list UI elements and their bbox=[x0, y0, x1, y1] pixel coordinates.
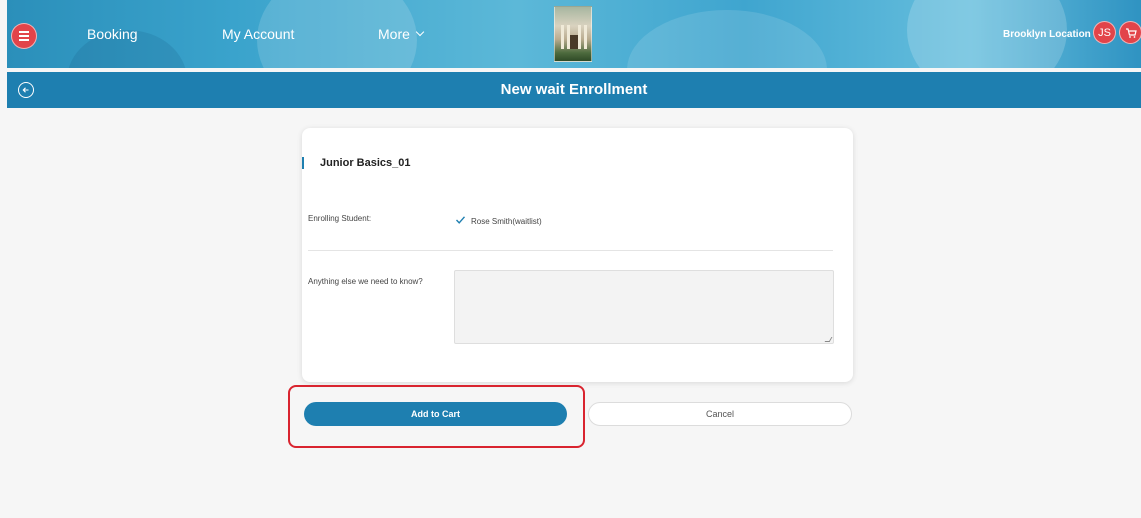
notes-label: Anything else we need to know? bbox=[308, 277, 423, 286]
cancel-button[interactable]: Cancel bbox=[588, 402, 852, 426]
nav-my-account-link[interactable]: My Account bbox=[222, 26, 294, 42]
chevron-down-icon bbox=[415, 27, 425, 37]
top-navigation-bar: Booking My Account More Brooklyn Locatio… bbox=[7, 0, 1141, 68]
course-accent-bar bbox=[302, 157, 304, 169]
nav-booking-link[interactable]: Booking bbox=[87, 26, 138, 42]
cart-button[interactable] bbox=[1119, 21, 1141, 44]
enrolling-student-label: Enrolling Student: bbox=[308, 214, 372, 223]
hamburger-icon bbox=[19, 35, 29, 37]
brand-logo[interactable] bbox=[554, 6, 592, 62]
cart-icon bbox=[1125, 27, 1137, 38]
location-selector[interactable]: Brooklyn Location bbox=[1003, 29, 1091, 40]
logo-pillar bbox=[578, 25, 581, 49]
menu-button[interactable] bbox=[11, 23, 37, 49]
page-title: New wait Enrollment bbox=[500, 81, 648, 98]
nav-more-label: More bbox=[378, 26, 410, 42]
logo-pillar bbox=[561, 25, 564, 49]
banner-decoration bbox=[627, 10, 827, 68]
add-to-cart-button[interactable]: Add to Cart bbox=[304, 402, 567, 426]
page-title-bar: New wait Enrollment bbox=[7, 72, 1141, 108]
hamburger-icon bbox=[19, 31, 29, 33]
course-name: Junior Basics_01 bbox=[320, 157, 411, 169]
hamburger-icon bbox=[19, 39, 29, 41]
check-icon[interactable] bbox=[455, 215, 466, 225]
notes-textarea[interactable] bbox=[454, 270, 834, 344]
user-avatar[interactable]: JS bbox=[1093, 21, 1116, 44]
enrollment-form-card: Junior Basics_01 Enrolling Student: Rose… bbox=[302, 128, 853, 382]
nav-more-dropdown[interactable]: More bbox=[378, 26, 425, 42]
logo-pillar bbox=[584, 25, 587, 49]
section-divider bbox=[308, 250, 833, 251]
enrolled-student-name[interactable]: Rose Smith(waitlist) bbox=[471, 217, 542, 226]
logo-door bbox=[570, 35, 578, 49]
